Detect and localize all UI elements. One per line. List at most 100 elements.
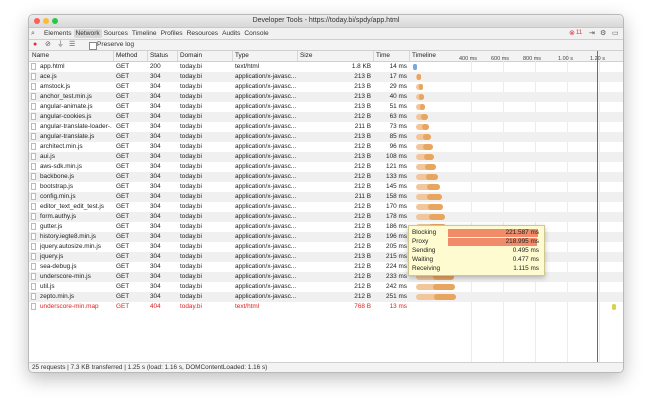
search-icon[interactable]: ⌕ — [31, 29, 35, 38]
request-domain: today.bi — [180, 123, 202, 130]
tab-profiles[interactable]: Profiles — [159, 29, 185, 38]
file-icon — [31, 143, 36, 150]
table-row[interactable]: angular-translate.js GET 304 today.bi applic… — [29, 132, 623, 142]
table-row[interactable]: amstock.js GET 304 today.bi application/x-ja… — [29, 82, 623, 92]
timeline-bar[interactable] — [415, 194, 442, 200]
request-method: GET — [116, 273, 130, 280]
request-domain: today.bi — [180, 283, 202, 290]
preserve-log-checkbox[interactable] — [89, 42, 97, 50]
column-header-name[interactable]: Name — [32, 52, 49, 59]
timeline-bar[interactable] — [415, 204, 444, 210]
timeline-bar[interactable] — [415, 104, 426, 110]
request-size: 212 B — [354, 223, 371, 230]
table-row[interactable]: aws-sdk.min.js GET 304 today.bi application/… — [29, 162, 623, 172]
request-type: application/x-javasc... — [235, 253, 296, 260]
error-icon[interactable]: ⊗ — [569, 29, 575, 38]
timeline-bar[interactable] — [415, 174, 438, 180]
file-icon — [31, 73, 36, 80]
filter-icon[interactable]: ⏚ — [57, 40, 64, 50]
table-row[interactable]: architect.min.js GET 304 today.bi applicatio… — [29, 142, 623, 152]
timeline-bar[interactable] — [415, 114, 428, 120]
list-view-icon[interactable]: ☰ — [69, 40, 75, 50]
timeline-bar-receive — [424, 154, 435, 160]
table-row[interactable]: bootstrap.js GET 304 today.bi application/x-… — [29, 182, 623, 192]
timeline-bar[interactable] — [415, 124, 430, 130]
record-icon[interactable]: ● — [33, 40, 37, 50]
request-time: 186 ms — [386, 223, 407, 230]
column-header-status[interactable]: Status — [150, 52, 168, 59]
dock-icon[interactable]: ▭ — [612, 29, 619, 38]
tab-network[interactable]: Network — [73, 29, 102, 38]
table-row[interactable]: editor_text_edit_test.js GET 304 today.bi ap… — [29, 202, 623, 212]
request-name: jquery.autosize.min.js — [40, 243, 101, 250]
request-size: 212 B — [354, 283, 371, 290]
request-status: 304 — [150, 73, 161, 80]
tab-resources[interactable]: Resources — [185, 29, 221, 38]
table-row[interactable]: angular-animate.js GET 304 today.bi applicat… — [29, 102, 623, 112]
request-method: GET — [116, 153, 130, 160]
table-row[interactable]: angular-cookies.js GET 304 today.bi applicat… — [29, 112, 623, 122]
timeline-bar[interactable] — [415, 134, 431, 140]
table-row[interactable]: underscore-min.map GET 404 today.bi text/htm… — [29, 302, 623, 312]
timeline-bar-receive — [425, 174, 438, 180]
request-name: underscore-min.js — [40, 273, 91, 280]
request-size: 212 B — [354, 233, 371, 240]
tab-elements[interactable]: Elements — [42, 29, 74, 38]
request-status: 200 — [150, 63, 161, 70]
gear-icon[interactable]: ⚙ — [600, 29, 606, 38]
request-time: 242 ms — [386, 283, 407, 290]
timeline-bar[interactable] — [412, 64, 417, 70]
console-drawer-icon[interactable]: ⇥ — [589, 29, 595, 38]
tab-console[interactable]: Console — [242, 29, 270, 38]
request-method: GET — [116, 213, 130, 220]
timeline-bar[interactable] — [415, 94, 424, 100]
request-method: GET — [116, 143, 130, 150]
table-row[interactable]: form.authy.js GET 304 today.bi application/x… — [29, 212, 623, 222]
file-icon — [31, 253, 36, 260]
request-method: GET — [116, 173, 130, 180]
table-row[interactable]: app.html GET 200 today.bi text/html 1.8 KB 14 … — [29, 62, 623, 72]
table-row[interactable]: angular-translate-loader-... GET 304 today.… — [29, 122, 623, 132]
table-row[interactable]: aui.js GET 304 today.bi application/x-javasc… — [29, 152, 623, 162]
tab-timeline[interactable]: Timeline — [130, 29, 159, 38]
file-icon — [31, 183, 36, 190]
request-type: application/x-javasc... — [235, 203, 296, 210]
timeline-bar[interactable] — [415, 164, 437, 170]
timeline-bar[interactable] — [415, 154, 435, 160]
request-time: 196 ms — [386, 233, 407, 240]
timeline-bar[interactable] — [415, 294, 457, 300]
column-header-domain[interactable]: Domain — [180, 52, 202, 59]
column-header-size[interactable]: Size — [300, 52, 312, 59]
column-header-type[interactable]: Type — [235, 52, 249, 59]
request-name: bootstrap.js — [40, 183, 74, 190]
file-icon — [31, 133, 36, 140]
error-count[interactable]: 11 — [576, 29, 582, 38]
request-size: 213 B — [354, 133, 371, 140]
request-time: 133 ms — [386, 173, 407, 180]
column-header-timeline[interactable]: Timeline — [412, 52, 436, 59]
table-row[interactable]: zepto.min.js GET 304 today.bi application/x-… — [29, 292, 623, 302]
timeline-bar[interactable] — [415, 74, 422, 80]
timeline-bar[interactable] — [415, 84, 423, 90]
tab-audits[interactable]: Audits — [220, 29, 242, 38]
request-type: application/x-javasc... — [235, 183, 296, 190]
table-row[interactable]: config.min.js GET 304 today.bi application/x… — [29, 192, 623, 202]
request-type: application/x-javasc... — [235, 173, 296, 180]
file-icon — [31, 123, 36, 130]
column-header-time[interactable]: Time — [376, 52, 390, 59]
timeline-bar[interactable] — [415, 144, 433, 150]
clear-icon[interactable]: ⊘ — [45, 40, 51, 50]
table-row[interactable]: util.js GET 304 today.bi application/x-javas… — [29, 282, 623, 292]
request-name: aui.js — [40, 153, 55, 160]
tab-sources[interactable]: Sources — [102, 29, 130, 38]
table-row[interactable]: anchor_test.min.js GET 304 today.bi applicat… — [29, 92, 623, 102]
column-header-method[interactable]: Method — [116, 52, 137, 59]
timeline-bar[interactable] — [611, 304, 616, 310]
timeline-bar[interactable] — [415, 284, 455, 290]
table-row[interactable]: ace.js GET 304 today.bi application/x-javasc… — [29, 72, 623, 82]
request-status: 304 — [150, 203, 161, 210]
table-row[interactable]: backbone.js GET 304 today.bi application/x-j… — [29, 172, 623, 182]
request-size: 212 B — [354, 243, 371, 250]
timeline-bar[interactable] — [415, 184, 440, 190]
timeline-bar[interactable] — [415, 214, 445, 220]
